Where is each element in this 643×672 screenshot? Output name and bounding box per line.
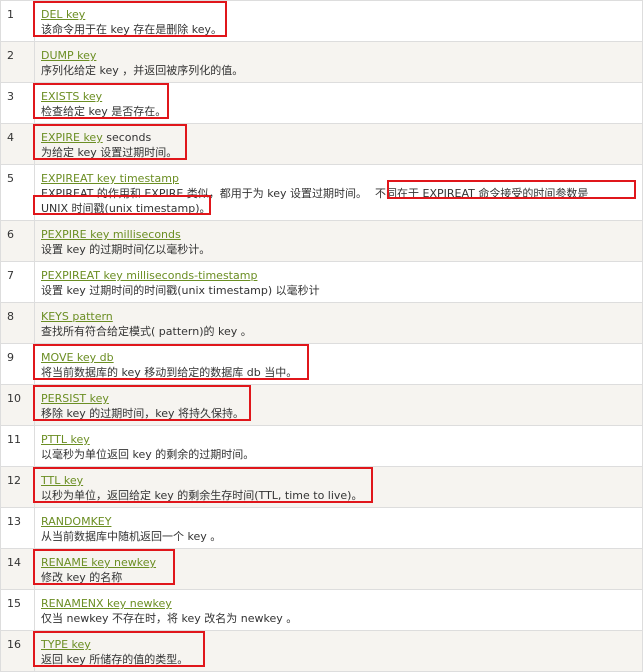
table-row: 2 DUMP key 序列化给定 key ，并返回被序列化的值。: [0, 41, 643, 83]
row-body: MOVE key db 将当前数据库的 key 移动到给定的数据库 db 当中。: [33, 343, 643, 385]
table-row: 5 EXPIREAT key timestamp EXPIREAT 的作用和 E…: [0, 164, 643, 221]
row-body: TTL key 以秒为单位，返回给定 key 的剩余生存时间(TTL, time…: [33, 466, 643, 508]
description-part: 不同在于 EXPIREAT 命令接受的时间参数是: [375, 187, 589, 200]
row-number: 15: [0, 589, 35, 631]
command-link-randomkey[interactable]: RANDOMKEY: [41, 515, 111, 528]
table-row: 4 EXPIRE key seconds 为给定 key 设置过期时间。: [0, 123, 643, 165]
command-link-ttl[interactable]: TTL key: [41, 474, 83, 487]
command-args: seconds: [102, 131, 152, 144]
table-row: 3 EXISTS key 检查给定 key 是否存在。: [0, 82, 643, 124]
row-number: 4: [0, 123, 35, 165]
command-link-renamenx[interactable]: RENAMENX key newkey: [41, 597, 172, 610]
command-description: 设置 key 过期时间的时间戳(unix timestamp) 以毫秒计: [41, 284, 320, 297]
command-description: 检查给定 key 是否存在。: [41, 105, 167, 118]
row-number: 8: [0, 302, 35, 344]
table-row: 15 RENAMENX key newkey 仅当 newkey 不存在时，将 …: [0, 589, 643, 631]
command-link-keys[interactable]: KEYS pattern: [41, 310, 113, 323]
command-link-expireat[interactable]: EXPIREAT key timestamp: [41, 172, 179, 185]
row-number: 6: [0, 220, 35, 262]
table-row: 11 PTTL key 以毫秒为单位返回 key 的剩余的过期时间。: [0, 425, 643, 467]
command-description: 以毫秒为单位返回 key 的剩余的过期时间。: [41, 448, 255, 461]
row-number: 10: [0, 384, 35, 426]
command-description: 将当前数据库的 key 移动到给定的数据库 db 当中。: [41, 366, 298, 379]
command-link-pexpire[interactable]: PEXPIRE key milliseconds: [41, 228, 181, 241]
command-link-move[interactable]: MOVE key db: [41, 351, 114, 364]
command-link-rename[interactable]: RENAME key newkey: [41, 556, 156, 569]
table-row: 13 RANDOMKEY 从当前数据库中随机返回一个 key 。: [0, 507, 643, 549]
command-description: 返回 key 所储存的值的类型。: [41, 653, 189, 666]
row-number: 1: [0, 0, 35, 42]
table-row: 1 DEL key 该命令用于在 key 存在是删除 key。: [0, 0, 643, 42]
row-body: PEXPIREAT key milliseconds-timestamp 设置 …: [34, 261, 643, 303]
command-link-pttl[interactable]: PTTL key: [41, 433, 90, 446]
row-number: 7: [0, 261, 35, 303]
command-link-dump[interactable]: DUMP key: [41, 49, 96, 62]
row-number: 5: [0, 164, 35, 221]
command-link-expire[interactable]: EXPIRE key: [41, 131, 103, 144]
command-description: 设置 key 的过期时间亿以毫秒计。: [41, 243, 211, 256]
table-row: 12 TTL key 以秒为单位，返回给定 key 的剩余生存时间(TTL, t…: [0, 466, 643, 508]
row-number: 12: [0, 466, 35, 508]
row-body: EXPIREAT key timestamp EXPIREAT 的作用和 EXP…: [33, 164, 643, 221]
command-link-pexpireat[interactable]: PEXPIREAT key milliseconds-timestamp: [41, 269, 257, 282]
redis-key-commands-page: 1 DEL key 该命令用于在 key 存在是删除 key。 2 DUMP k…: [0, 0, 643, 672]
table-row: 8 KEYS pattern 查找所有符合给定模式( pattern)的 key…: [0, 302, 643, 344]
description-part: EXPIREAT 的作用和 EXPIRE 类似，都用于为 key 设置过期时间。: [41, 187, 368, 200]
row-body: TYPE key 返回 key 所储存的值的类型。: [33, 630, 643, 672]
row-number: 16: [0, 630, 35, 672]
row-number: 14: [0, 548, 35, 590]
row-number: 2: [0, 41, 35, 83]
row-number: 13: [0, 507, 35, 549]
table-row: 6 PEXPIRE key milliseconds 设置 key 的过期时间亿…: [0, 220, 643, 262]
row-body: RENAMENX key newkey 仅当 newkey 不存在时，将 key…: [34, 589, 643, 631]
table-row: 16 TYPE key 返回 key 所储存的值的类型。: [0, 630, 643, 672]
row-body: DUMP key 序列化给定 key ，并返回被序列化的值。: [34, 41, 643, 83]
command-link-type[interactable]: TYPE key: [41, 638, 91, 651]
command-description: 移除 key 的过期时间，key 将持久保持。: [41, 407, 244, 420]
table-row: 14 RENAME key newkey 修改 key 的名称: [0, 548, 643, 590]
row-body: EXPIRE key seconds 为给定 key 设置过期时间。: [33, 123, 643, 165]
command-description: 从当前数据库中随机返回一个 key 。: [41, 530, 222, 543]
table-row: 9 MOVE key db 将当前数据库的 key 移动到给定的数据库 db 当…: [0, 343, 643, 385]
command-description: EXPIREAT 的作用和 EXPIRE 类似，都用于为 key 设置过期时间。…: [41, 186, 637, 201]
command-description: 为给定 key 设置过期时间。: [41, 146, 178, 159]
command-link-persist[interactable]: PERSIST key: [41, 392, 109, 405]
row-body: RENAME key newkey 修改 key 的名称: [33, 548, 643, 590]
row-body: PTTL key 以毫秒为单位返回 key 的剩余的过期时间。: [34, 425, 643, 467]
command-description: 该命令用于在 key 存在是删除 key。: [41, 23, 222, 36]
command-description: 修改 key 的名称: [41, 571, 123, 584]
table-row: 7 PEXPIREAT key milliseconds-timestamp 设…: [0, 261, 643, 303]
row-number: 3: [0, 82, 35, 124]
row-body: DEL key 该命令用于在 key 存在是删除 key。: [33, 0, 643, 42]
row-body: EXISTS key 检查给定 key 是否存在。: [33, 82, 643, 124]
row-body: RANDOMKEY 从当前数据库中随机返回一个 key 。: [34, 507, 643, 549]
command-table: 1 DEL key 该命令用于在 key 存在是删除 key。 2 DUMP k…: [0, 0, 643, 672]
table-row: 10 PERSIST key 移除 key 的过期时间，key 将持久保持。: [0, 384, 643, 426]
row-number: 9: [0, 343, 35, 385]
row-body: PEXPIRE key milliseconds 设置 key 的过期时间亿以毫…: [34, 220, 643, 262]
row-body: PERSIST key 移除 key 的过期时间，key 将持久保持。: [33, 384, 643, 426]
command-description: 序列化给定 key ，并返回被序列化的值。: [41, 64, 244, 77]
command-description: 查找所有符合给定模式( pattern)的 key 。: [41, 325, 252, 338]
row-body: KEYS pattern 查找所有符合给定模式( pattern)的 key 。: [34, 302, 643, 344]
row-number: 11: [0, 425, 35, 467]
command-description: 仅当 newkey 不存在时，将 key 改名为 newkey 。: [41, 612, 298, 625]
command-description: 以秒为单位，返回给定 key 的剩余生存时间(TTL, time to live…: [41, 489, 363, 502]
command-description-line2: UNIX 时间戳(unix timestamp)。: [41, 202, 211, 215]
command-link-del[interactable]: DEL key: [41, 8, 85, 21]
command-link-exists[interactable]: EXISTS key: [41, 90, 102, 103]
